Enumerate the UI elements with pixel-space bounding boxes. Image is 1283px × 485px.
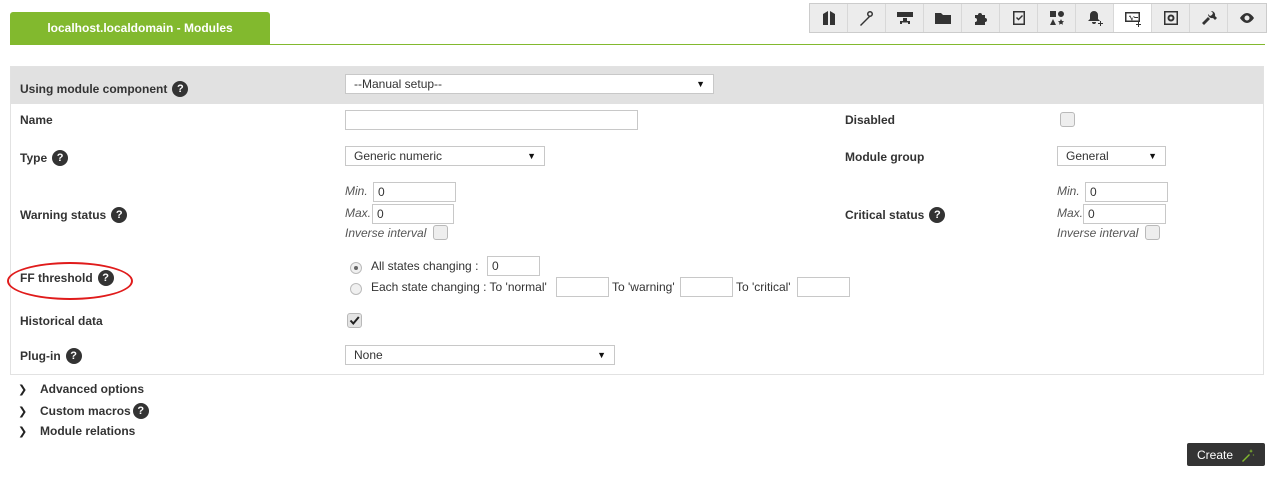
ff-all-states-label: All states changing : xyxy=(371,259,479,273)
critical-max-label: Max. xyxy=(1057,206,1084,220)
module-group-select[interactable]: General ▼ xyxy=(1057,146,1166,166)
ff-all-states-input[interactable]: 0 xyxy=(487,256,540,276)
create-button[interactable]: Create xyxy=(1187,443,1265,466)
module-group-label: Module group xyxy=(845,150,925,164)
tools-icon xyxy=(1201,10,1217,25)
gear-box-icon xyxy=(1163,11,1178,25)
name-input[interactable] xyxy=(345,110,638,130)
wand-icon xyxy=(859,11,873,26)
help-icon[interactable]: ? xyxy=(52,150,69,166)
dropdown-arrow-icon: ▼ xyxy=(527,151,536,161)
dropdown-arrow-icon: ▼ xyxy=(696,79,705,89)
page-title-tab: localhost.localdomain - Modules xyxy=(10,12,270,44)
component-select[interactable]: --Manual setup-- ▼ xyxy=(345,74,714,94)
chevron-right-icon: ❯ xyxy=(18,425,28,438)
warning-max-input[interactable]: 0 xyxy=(372,204,454,224)
header-divider xyxy=(10,44,1265,45)
module-toolbar xyxy=(809,3,1267,33)
help-icon[interactable]: ? xyxy=(132,403,149,419)
checklist-button[interactable] xyxy=(1000,4,1038,32)
plugin-button[interactable] xyxy=(962,4,1000,32)
module-relations-toggle[interactable]: ❯ Module relations xyxy=(18,424,135,438)
settings-button[interactable] xyxy=(1152,4,1190,32)
warning-inverse-checkbox[interactable] xyxy=(433,225,448,240)
ff-warning-input[interactable] xyxy=(680,277,733,297)
warning-min-input[interactable]: 0 xyxy=(373,182,456,202)
folder-button[interactable] xyxy=(924,4,962,32)
magic-wand-icon xyxy=(1242,448,1255,462)
warning-min-label: Min. xyxy=(345,184,368,198)
alerts-button[interactable] xyxy=(1076,4,1114,32)
view-button[interactable] xyxy=(1228,4,1266,32)
ff-normal-input[interactable] xyxy=(556,277,609,297)
help-icon[interactable]: ? xyxy=(111,207,128,223)
critical-inverse-label: Inverse interval xyxy=(1057,226,1139,240)
critical-min-label: Min. xyxy=(1057,184,1080,198)
disabled-checkbox[interactable] xyxy=(1060,112,1075,127)
bell-icon xyxy=(1087,11,1103,26)
folder-icon xyxy=(934,13,951,24)
wand-button[interactable] xyxy=(848,4,886,32)
critical-min-input[interactable]: 0 xyxy=(1085,182,1168,202)
disabled-label: Disabled xyxy=(845,113,896,127)
chevron-right-icon: ❯ xyxy=(18,383,28,396)
module-form: Using module component ? --Manual setup-… xyxy=(10,66,1264,375)
advanced-options-toggle[interactable]: ❯ Advanced options xyxy=(18,382,144,396)
help-icon[interactable]: ? xyxy=(929,207,946,223)
network-icon xyxy=(896,12,913,24)
name-label: Name xyxy=(20,113,53,127)
ff-each-state-label: Each state changing : To 'normal' xyxy=(371,280,547,294)
chevron-right-icon: ❯ xyxy=(18,405,28,418)
ff-critical-label: To 'critical' xyxy=(736,280,791,294)
ff-critical-input[interactable] xyxy=(797,277,850,297)
ff-each-state-radio[interactable] xyxy=(350,283,362,295)
critical-status-label: Critical status ? xyxy=(845,205,946,225)
shapes-button[interactable] xyxy=(1038,4,1076,32)
dropdown-arrow-icon: ▼ xyxy=(597,350,606,360)
shapes-icon xyxy=(1049,11,1064,25)
pulse-monitor-icon xyxy=(1124,12,1141,27)
warning-max-label: Max. xyxy=(345,206,372,220)
ff-warning-label: To 'warning' xyxy=(612,280,675,294)
critical-max-input[interactable]: 0 xyxy=(1083,204,1166,224)
historical-data-label: Historical data xyxy=(20,314,103,328)
modules-button[interactable] xyxy=(1114,4,1152,32)
type-label: Type ? xyxy=(20,148,69,168)
tools-button[interactable] xyxy=(1190,4,1228,32)
puzzle-icon xyxy=(974,13,987,25)
checklist-icon xyxy=(1012,11,1025,25)
custom-macros-toggle[interactable]: ❯ Custom macros ? xyxy=(18,403,149,419)
historical-data-checkbox[interactable] xyxy=(347,313,362,328)
ff-all-states-radio[interactable] xyxy=(350,262,362,274)
annotation-ellipse xyxy=(7,262,133,300)
critical-inverse-checkbox[interactable] xyxy=(1145,225,1160,240)
component-label: Using module component ? xyxy=(20,78,189,100)
page-title: localhost.localdomain - Modules xyxy=(47,21,233,35)
manage-button[interactable] xyxy=(810,4,848,32)
manage-icon xyxy=(822,11,835,25)
dropdown-arrow-icon: ▼ xyxy=(1148,151,1157,161)
eye-icon xyxy=(1240,13,1254,23)
warning-status-label: Warning status ? xyxy=(20,205,128,225)
warning-inverse-label: Inverse interval xyxy=(345,226,427,240)
plugin-select[interactable]: None ▼ xyxy=(345,345,615,365)
checkmark-icon xyxy=(349,316,360,326)
network-button[interactable] xyxy=(886,4,924,32)
type-select[interactable]: Generic numeric ▼ xyxy=(345,146,545,166)
help-icon[interactable]: ? xyxy=(65,348,82,364)
help-icon[interactable]: ? xyxy=(172,81,189,97)
plugin-label: Plug-in ? xyxy=(20,346,82,366)
